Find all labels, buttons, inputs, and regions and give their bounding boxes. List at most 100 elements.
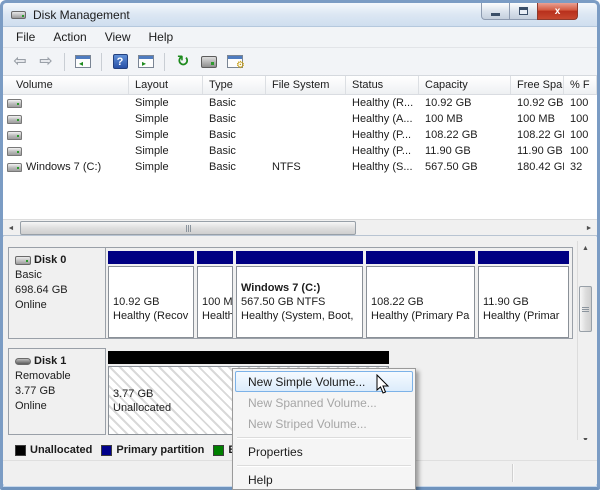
- partition-title: [371, 281, 470, 295]
- cell-status: Healthy (P...: [346, 129, 419, 141]
- back-icon: ⇦: [13, 54, 26, 70]
- cell-type: Basic: [203, 145, 266, 157]
- scroll-left-arrow-icon[interactable]: ◄: [3, 220, 19, 236]
- unallocated-band: [108, 351, 389, 364]
- removable-disk-icon: [15, 358, 31, 365]
- cell-capacity: 100 MB: [419, 113, 511, 125]
- legend-primary-partition: Primary partition: [101, 444, 204, 456]
- maximize-button[interactable]: [510, 3, 537, 20]
- cell-pct: 100: [564, 113, 597, 125]
- volume-icon: [7, 147, 22, 156]
- primary-partition-band: [108, 251, 194, 264]
- table-row[interactable]: Simple Basic Healthy (R... 10.92 GB 10.9…: [3, 95, 597, 111]
- partition-size: 10.92 GB: [113, 295, 189, 309]
- partition-primary-2[interactable]: 11.90 GB Healthy (Primar: [478, 251, 569, 338]
- window-title: Disk Management: [33, 8, 130, 22]
- disk0-row: Disk 0 Basic 698.64 GB Online 10.92 GB H…: [8, 247, 573, 339]
- primary-partition-swatch-icon: [101, 445, 112, 456]
- scroll-right-arrow-icon[interactable]: ►: [581, 220, 597, 236]
- partition-status: Healthy (Primary Pa: [371, 309, 470, 323]
- volume-icon: [7, 115, 22, 124]
- vertical-scrollbar-thumb[interactable]: [579, 286, 592, 332]
- toolbar-separator: [164, 53, 165, 71]
- partition-status: Health: [202, 309, 228, 323]
- horizontal-scrollbar-thumb[interactable]: [20, 221, 356, 235]
- table-row[interactable]: Simple Basic Healthy (P... 11.90 GB 11.9…: [3, 143, 597, 159]
- cell-status: Healthy (R...: [346, 97, 419, 109]
- disk0-label[interactable]: Disk 0 Basic 698.64 GB Online: [8, 247, 106, 339]
- statusbar-divider: [512, 464, 513, 482]
- close-button[interactable]: x: [537, 3, 578, 20]
- app-icon: [11, 9, 27, 21]
- show-action-pane-icon: ▸: [138, 55, 154, 68]
- partition-size: 108.22 GB: [371, 295, 470, 309]
- column-header-status[interactable]: Status: [346, 76, 419, 94]
- menu-separator: [237, 437, 411, 438]
- window-controls: x: [481, 3, 578, 20]
- table-row[interactable]: Windows 7 (C:) Simple Basic NTFS Healthy…: [3, 159, 597, 175]
- table-row[interactable]: Simple Basic Healthy (A... 100 MB 100 MB…: [3, 111, 597, 127]
- volume-icon: [7, 99, 22, 108]
- cell-pct: 100: [564, 129, 597, 141]
- column-header-type[interactable]: Type: [203, 76, 266, 94]
- show-console-tree-button[interactable]: ◂: [72, 51, 94, 73]
- menu-action[interactable]: Action: [44, 28, 95, 46]
- menu-file[interactable]: File: [7, 28, 44, 46]
- volume-icon: [7, 163, 22, 172]
- primary-partition-band: [236, 251, 363, 264]
- menu-help[interactable]: Help: [140, 28, 183, 46]
- back-button[interactable]: ⇦: [9, 51, 31, 73]
- disk0-partition-area: 10.92 GB Healthy (Recov 100 M Health: [106, 247, 573, 339]
- column-header-volume[interactable]: Volume: [3, 76, 129, 94]
- disk1-label[interactable]: Disk 1 Removable 3.77 GB Online: [8, 348, 106, 435]
- partition-title: [113, 281, 189, 295]
- show-action-pane-button[interactable]: ▸: [135, 51, 157, 73]
- cell-pct: 100: [564, 145, 597, 157]
- volume-icon: [7, 131, 22, 140]
- disk-type: Removable: [15, 369, 101, 384]
- cell-free: 11.90 GB: [511, 145, 564, 157]
- forward-icon: ⇨: [39, 54, 52, 70]
- cell-free: 100 MB: [511, 113, 564, 125]
- cell-layout: Simple: [129, 113, 203, 125]
- partition-primary-1[interactable]: 108.22 GB Healthy (Primary Pa: [366, 251, 475, 338]
- column-header-free-space[interactable]: Free Spa...: [511, 76, 564, 94]
- partition-title: Windows 7 (C:): [241, 281, 358, 295]
- rescan-disks-button[interactable]: [198, 51, 220, 73]
- partition-title: [202, 281, 228, 295]
- partition-title: [483, 281, 564, 295]
- disk-status: Online: [15, 399, 101, 414]
- disk-status: Online: [15, 298, 101, 313]
- show-console-tree-icon: ◂: [75, 55, 91, 68]
- disk-properties-button[interactable]: ⚙: [224, 51, 246, 73]
- vertical-scrollbar[interactable]: ▲ ▼: [577, 241, 592, 448]
- disk-properties-icon: ⚙: [227, 55, 243, 68]
- maximize-icon: [519, 7, 528, 15]
- column-header-pct-free[interactable]: % F: [564, 76, 597, 94]
- extended-swatch-icon: [213, 445, 224, 456]
- menu-view[interactable]: View: [96, 28, 140, 46]
- cell-layout: Simple: [129, 129, 203, 141]
- partition-system-reserved[interactable]: 100 M Health: [197, 251, 233, 338]
- column-header-file-system[interactable]: File System: [266, 76, 346, 94]
- horizontal-scrollbar[interactable]: ◄ ►: [3, 219, 597, 235]
- forward-button[interactable]: ⇨: [35, 51, 57, 73]
- help-button[interactable]: ?: [109, 51, 131, 73]
- toolbar-separator: [64, 53, 65, 71]
- scroll-up-arrow-icon[interactable]: ▲: [578, 241, 593, 256]
- minimize-button[interactable]: [481, 3, 510, 20]
- refresh-button[interactable]: ↻: [172, 51, 194, 73]
- cell-pct: 100: [564, 97, 597, 109]
- column-header-layout[interactable]: Layout: [129, 76, 203, 94]
- partition-windows-c[interactable]: Windows 7 (C:) 567.50 GB NTFS Healthy (S…: [236, 251, 363, 338]
- menu-item-properties[interactable]: Properties: [235, 441, 413, 462]
- cell-type: Basic: [203, 129, 266, 141]
- volume-list-header: Volume Layout Type File System Status Ca…: [3, 76, 597, 95]
- legend-label: Unallocated: [30, 444, 92, 456]
- table-row[interactable]: Simple Basic Healthy (P... 108.22 GB 108…: [3, 127, 597, 143]
- partition-recovery[interactable]: 10.92 GB Healthy (Recov: [108, 251, 194, 338]
- column-header-capacity[interactable]: Capacity: [419, 76, 511, 94]
- titlebar[interactable]: Disk Management x: [3, 3, 597, 27]
- menu-item-help[interactable]: Help: [235, 469, 413, 490]
- cell-free: 10.92 GB: [511, 97, 564, 109]
